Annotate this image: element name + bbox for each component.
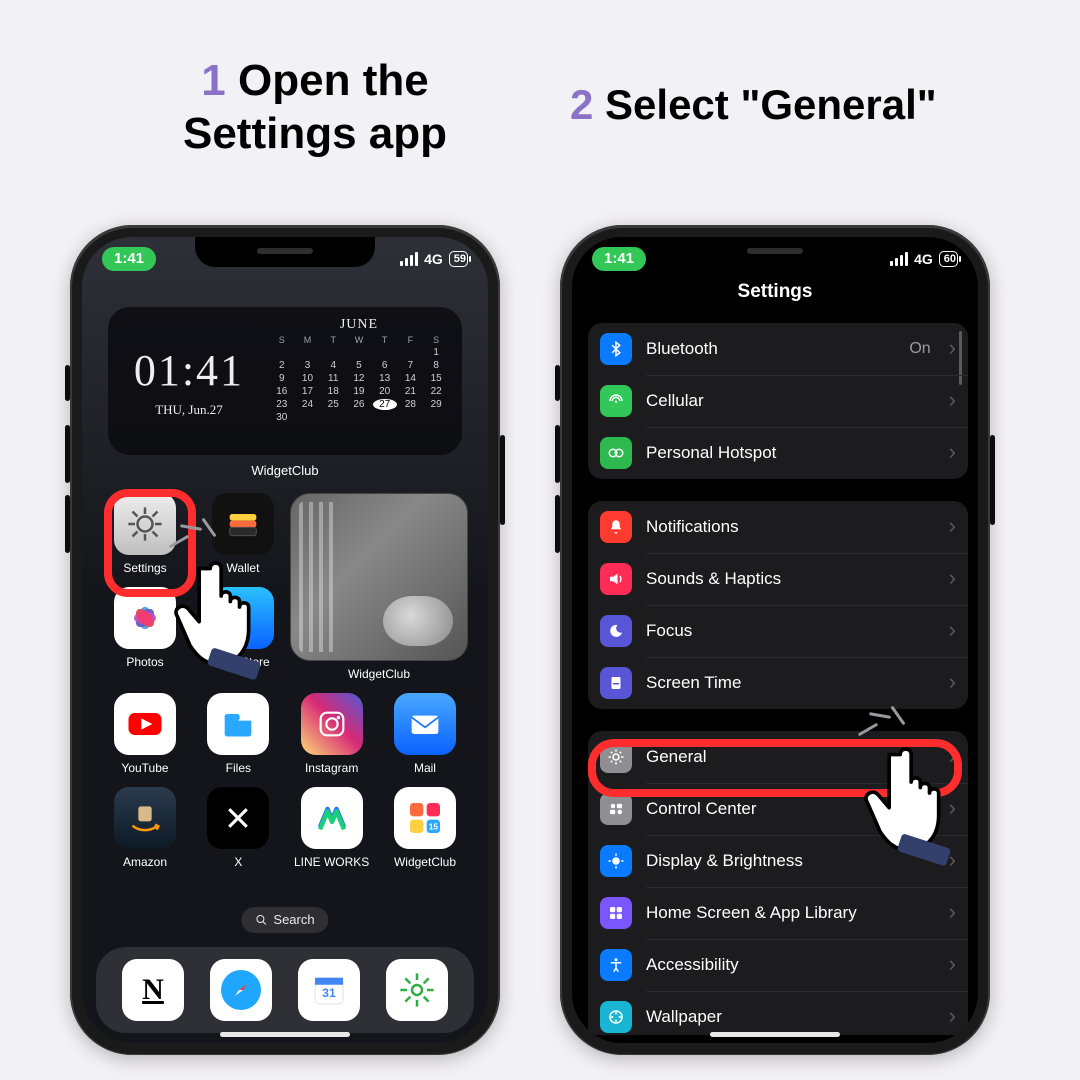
control-center-icon <box>600 793 632 825</box>
home-screen-icon <box>600 897 632 929</box>
status-time: 1:41 <box>592 247 646 271</box>
accessibility-icon <box>600 949 632 981</box>
appstore-icon <box>212 587 274 649</box>
widget-date: THU, Jun.27 <box>155 402 223 418</box>
mail-icon <box>394 693 456 755</box>
app-files[interactable]: Files <box>195 693 281 775</box>
row-display[interactable]: Display & Brightness › <box>588 835 968 887</box>
chevron-icon: › <box>949 901 956 923</box>
widget-time: 01:41 <box>134 345 244 396</box>
chevron-icon: › <box>949 389 956 411</box>
signal-icon <box>890 252 908 266</box>
calendar-grid: SMTWTFS123456789101112131415161718192021… <box>270 335 448 423</box>
row-home-screen[interactable]: Home Screen & App Library › <box>588 887 968 939</box>
dock: N 31 <box>96 947 474 1033</box>
chevron-icon: › <box>949 671 956 693</box>
chevron-icon: › <box>949 1005 956 1027</box>
dock-notion[interactable]: N <box>122 959 184 1021</box>
svg-text:15: 15 <box>429 822 439 832</box>
chevron-icon: › <box>949 515 956 537</box>
app-amazon[interactable]: Amazon <box>102 787 188 869</box>
cellular-icon <box>600 385 632 417</box>
app-widgetclub[interactable]: 15 WidgetClub <box>382 787 468 869</box>
row-accessibility[interactable]: Accessibility › <box>588 939 968 991</box>
home-indicator[interactable] <box>710 1032 840 1037</box>
lineworks-icon <box>301 787 363 849</box>
network-label: 4G <box>424 251 443 267</box>
chevron-icon: › <box>949 337 956 359</box>
x-icon <box>207 787 269 849</box>
search-icon <box>255 914 267 926</box>
app-mail[interactable]: Mail <box>382 693 468 775</box>
wallet-icon <box>212 493 274 555</box>
sounds-icon <box>600 563 632 595</box>
highlight-settings <box>104 489 196 597</box>
home-indicator[interactable] <box>220 1032 350 1037</box>
signal-icon <box>400 252 418 266</box>
photo-widget-label: WidgetClub <box>348 667 410 681</box>
row-bluetooth[interactable]: Bluetooth On › <box>588 323 968 375</box>
chevron-icon: › <box>949 567 956 589</box>
dock-app[interactable] <box>386 959 448 1021</box>
row-screentime[interactable]: Screen Time › <box>588 657 968 709</box>
widget-month: JUNE <box>270 317 448 333</box>
app-photos[interactable]: Photos <box>102 587 188 669</box>
app-instagram[interactable]: Instagram <box>289 693 375 775</box>
home-search[interactable]: Search <box>241 907 328 933</box>
phone-home: 1:41 4G 59 01:41 THU, Jun.27 JUNE SMTWTF… <box>70 225 500 1055</box>
bluetooth-icon <box>600 333 632 365</box>
chevron-icon: › <box>949 797 956 819</box>
step-1-title: 1 Open the Settings app <box>130 55 500 161</box>
row-hotspot[interactable]: Personal Hotspot › <box>588 427 968 479</box>
row-focus[interactable]: Focus › <box>588 605 968 657</box>
clock-calendar-widget[interactable]: 01:41 THU, Jun.27 JUNE SMTWTFS1234567891… <box>108 307 462 455</box>
svg-text:31: 31 <box>322 986 336 1000</box>
row-sounds[interactable]: Sounds & Haptics › <box>588 553 968 605</box>
app-appstore[interactable]: App Store <box>200 587 286 669</box>
focus-icon <box>600 615 632 647</box>
display-icon <box>600 845 632 877</box>
notch <box>195 237 375 267</box>
row-wallpaper[interactable]: Wallpaper › <box>588 991 968 1035</box>
notifications-icon <box>600 511 632 543</box>
row-notifications[interactable]: Notifications › <box>588 501 968 553</box>
page-title: Settings <box>572 281 978 303</box>
chevron-icon: › <box>949 953 956 975</box>
dock-safari[interactable] <box>210 959 272 1021</box>
app-lineworks[interactable]: LINE WORKS <box>289 787 375 869</box>
wallpaper-icon <box>600 1001 632 1033</box>
chevron-icon: › <box>949 849 956 871</box>
amazon-icon <box>114 787 176 849</box>
dock-calendar[interactable]: 31 <box>298 959 360 1021</box>
chevron-icon: › <box>949 619 956 641</box>
battery-icon: 59 <box>449 251 468 267</box>
step-2-title: 2 Select "General" <box>570 80 937 130</box>
app-youtube[interactable]: YouTube <box>102 693 188 775</box>
hotspot-icon <box>600 437 632 469</box>
files-icon <box>207 693 269 755</box>
instagram-icon <box>301 693 363 755</box>
photo-widget[interactable] <box>290 493 468 661</box>
youtube-icon <box>114 693 176 755</box>
widgetclub-icon: 15 <box>394 787 456 849</box>
row-cellular[interactable]: Cellular › <box>588 375 968 427</box>
chevron-icon: › <box>949 441 956 463</box>
highlight-general <box>588 739 962 797</box>
phone-settings: 1:41 4G 60 Settings Bluetooth On › Cellu… <box>560 225 990 1055</box>
battery-icon: 60 <box>939 251 958 267</box>
status-time: 1:41 <box>102 247 156 271</box>
network-label: 4G <box>914 251 933 267</box>
settings-list[interactable]: Bluetooth On › Cellular › Personal Hotsp… <box>584 323 972 1035</box>
notch <box>685 237 865 267</box>
screentime-icon <box>600 667 632 699</box>
widget-caption: WidgetClub <box>82 463 488 478</box>
app-x[interactable]: X <box>195 787 281 869</box>
